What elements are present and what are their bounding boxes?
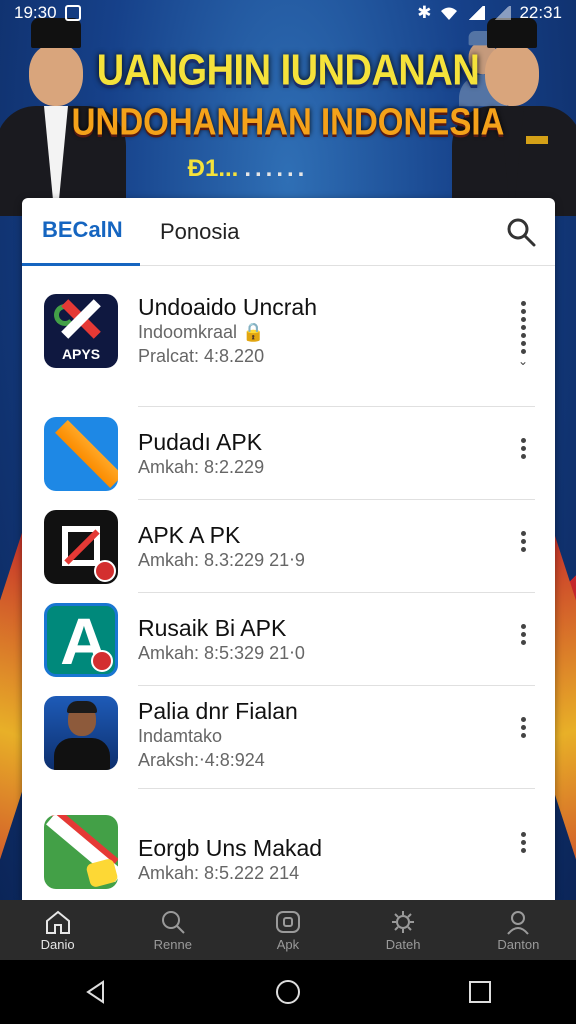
- system-navigation-bar: [0, 960, 576, 1024]
- search-icon: [161, 910, 185, 934]
- app-subtitle-text: Indoomkraal: [138, 322, 238, 342]
- app-meta: Araksh:⋅4:8:924: [138, 750, 265, 770]
- a-letter-app-icon: A: [44, 603, 118, 677]
- banner-tagline: Đ1... ......: [0, 155, 576, 183]
- app-meta: Amkah: 8:5.222 214: [138, 863, 300, 883]
- app-meta: Pralcat: 4:8.220: [138, 346, 265, 366]
- search-button[interactable]: [505, 216, 537, 248]
- app-name: Rusaik Bi APK: [138, 615, 287, 641]
- app-meta: Amkah: 8:2.229: [138, 457, 265, 477]
- nav-item-profile[interactable]: Danton: [473, 909, 563, 952]
- list-item[interactable]: Pudadı APK Amkah: 8:2.229: [22, 407, 555, 499]
- list-item[interactable]: Eorgb Uns Makad Amkah: 8:5.222 214: [22, 789, 555, 899]
- apk-icon: [275, 910, 300, 933]
- app-meta: Amkah: 8.3:229 21⋅9: [138, 550, 305, 570]
- wifi-icon: [441, 7, 458, 20]
- status-time: 19:30: [14, 3, 57, 22]
- nav-item-settings[interactable]: Dateh: [358, 909, 448, 952]
- search-icon: [507, 218, 536, 247]
- list-item[interactable]: APYS Undoaido Uncrah Indoomkraal 🔒 Pralc…: [22, 266, 555, 406]
- nav-label: Renne: [153, 936, 192, 952]
- list-item[interactable]: A Rusaik Bi APK Amkah: 8:5:329 21⋅0: [22, 593, 555, 685]
- app-name: APK A PK: [138, 522, 241, 548]
- bottom-navigation: Danio Renne Apk Dateh Danton: [0, 900, 576, 960]
- signal-icon: [467, 6, 486, 20]
- icon-label: APYS: [61, 346, 101, 362]
- list-item[interactable]: Palia dnr Fialan Indamtako Araksh:⋅4:8:9…: [22, 686, 555, 788]
- nav-label: Danton: [497, 936, 540, 952]
- more-options-button[interactable]: [517, 621, 529, 648]
- app-name: Pudadı APK: [138, 429, 263, 455]
- status-clock: 22:31: [519, 3, 562, 22]
- home-icon: [45, 910, 70, 934]
- status-bar: 19:30 ✱ 22:31: [0, 0, 576, 26]
- home-button[interactable]: [268, 972, 308, 1012]
- nav-label: Dateh: [385, 936, 421, 952]
- banner-tagline-prefix: Đ1...: [187, 155, 239, 182]
- app-list: APYS Undoaido Uncrah Indoomkraal 🔒 Pralc…: [22, 266, 555, 899]
- app-list-card: BECalN Ponosia APYS Undoaido Uncrah Indo…: [22, 198, 555, 900]
- tab-becaln[interactable]: BECalN: [22, 198, 140, 266]
- app-name: Palia dnr Fialan: [138, 698, 298, 724]
- nav-item-apk[interactable]: Apk: [243, 909, 333, 952]
- gear-icon: [392, 910, 415, 933]
- notification-icon: [64, 5, 81, 21]
- stripe-app-icon: [44, 815, 118, 889]
- nav-item-search[interactable]: Renne: [128, 909, 218, 952]
- bluetooth-icon: ✱: [417, 3, 432, 22]
- banner-subtitle: UNDOHANHAN INDONESIA: [71, 100, 505, 143]
- more-options-button[interactable]: [517, 714, 529, 741]
- banner-tagline-dots: ......: [244, 155, 309, 182]
- person-app-icon: [44, 696, 118, 770]
- recents-button[interactable]: [460, 972, 500, 1012]
- pencil-app-icon: [44, 417, 118, 491]
- chevron-down-icon: ⌄: [517, 354, 529, 368]
- tab-bar: BECalN Ponosia: [22, 198, 555, 266]
- more-options-button[interactable]: ⌄: [517, 298, 529, 368]
- back-button[interactable]: [76, 972, 116, 1012]
- app-subtitle: Indoomkraal 🔒: [138, 320, 317, 344]
- app-name: Undoaido Uncrah: [138, 294, 318, 320]
- nav-label: Danio: [40, 936, 75, 952]
- tab-ponosia[interactable]: Ponosia: [140, 198, 260, 266]
- apys-app-icon: APYS: [44, 294, 118, 368]
- list-item[interactable]: APK A PK Amkah: 8.3:229 21⋅9: [22, 500, 555, 592]
- recents-icon: [469, 981, 491, 1003]
- profile-icon: [507, 910, 530, 935]
- signal-icon-2: [493, 6, 512, 20]
- more-options-button[interactable]: [517, 435, 529, 462]
- more-options-button[interactable]: [517, 528, 529, 555]
- nav-item-home[interactable]: Danio: [13, 909, 103, 952]
- more-options-button[interactable]: [517, 829, 529, 856]
- apk-app-icon: [44, 510, 118, 584]
- app-meta: Amkah: 8:5:329 21⋅0: [138, 643, 305, 663]
- home-circle-icon: [276, 980, 300, 1004]
- app-subtitle: Indamtako: [138, 726, 223, 746]
- app-name: Eorgb Uns Makad: [138, 835, 323, 861]
- nav-label: Apk: [276, 936, 300, 952]
- back-icon: [86, 980, 104, 1004]
- banner-headline: UANGHIN IUNDANAN UNDOHANHAN INDONESIA Đ1…: [0, 46, 576, 183]
- banner-title: UANGHIN IUNDANAN: [96, 46, 480, 96]
- lock-icon: 🔒: [242, 322, 265, 342]
